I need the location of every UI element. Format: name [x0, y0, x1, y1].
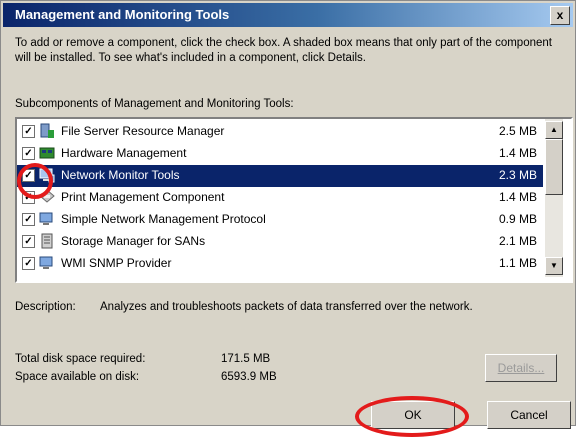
available-disk-space-label: Space available on disk:	[15, 371, 140, 383]
list-item[interactable]: ✓ Print Management Component 1.4 MB	[17, 187, 543, 209]
computer-icon	[39, 255, 55, 271]
scroll-down-button[interactable]: ▼	[545, 257, 563, 275]
component-name: Simple Network Management Protocol	[61, 212, 266, 226]
vertical-scrollbar[interactable]: ▲ ▼	[545, 119, 563, 277]
description-label: Description:	[15, 301, 76, 313]
server-icon	[39, 123, 55, 139]
computer-icon	[39, 211, 55, 227]
component-size: 1.1 MB	[498, 256, 537, 270]
component-size: 1.4 MB	[498, 190, 537, 204]
total-disk-space-label: Total disk space required:	[15, 353, 146, 365]
component-size: 2.1 MB	[498, 234, 537, 248]
component-name: Storage Manager for SANs	[61, 234, 206, 248]
component-name: WMI SNMP Provider	[61, 256, 172, 270]
component-name: File Server Resource Manager	[61, 124, 225, 138]
checkbox[interactable]: ✓	[22, 125, 35, 138]
list-item[interactable]: ✓ Simple Network Management Protocol 0.9…	[17, 209, 543, 231]
component-size: 0.9 MB	[498, 212, 537, 226]
component-size: 1.4 MB	[498, 146, 537, 160]
subcomponents-list[interactable]: ✓ File Server Resource Manager 2.5 MB ✓ …	[15, 117, 573, 283]
list-item[interactable]: ✓ Hardware Management 1.4 MB	[17, 143, 543, 165]
checkbox[interactable]: ✓	[22, 213, 35, 226]
cancel-button[interactable]: Cancel	[487, 401, 571, 429]
checkbox[interactable]: ✓	[22, 235, 35, 248]
highlight-circle-checkbox	[17, 163, 53, 199]
description-text: Analyzes and troubleshoots packets of da…	[100, 301, 473, 313]
list-item[interactable]: ✓ Storage Manager for SANs 2.1 MB	[17, 231, 543, 253]
window-title: Management and Monitoring Tools	[15, 7, 230, 22]
component-name: Network Monitor Tools	[61, 168, 180, 182]
details-button[interactable]: Details...	[485, 354, 557, 382]
instructions-text: To add or remove a component, click the …	[15, 37, 552, 64]
list-item-selected[interactable]: ✓ Network Monitor Tools 2.3 MB	[17, 165, 543, 187]
subcomponents-label: Subcomponents of Management and Monitori…	[15, 98, 294, 110]
component-size: 2.3 MB	[498, 168, 537, 182]
checkbox[interactable]: ✓	[22, 257, 35, 270]
list-item[interactable]: ✓ WMI SNMP Provider 1.1 MB	[17, 253, 543, 275]
highlight-circle-ok	[355, 396, 469, 437]
title-bar: Management and Monitoring Tools x	[3, 3, 573, 27]
component-size: 2.5 MB	[498, 124, 537, 138]
available-disk-space-value: 6593.9 MB	[221, 371, 277, 383]
storage-icon	[39, 233, 55, 249]
checkbox[interactable]: ✓	[22, 147, 35, 160]
scroll-up-button[interactable]: ▲	[545, 121, 563, 139]
component-name: Hardware Management	[61, 146, 187, 160]
scrollbar-thumb[interactable]	[545, 139, 563, 195]
close-button[interactable]: x	[550, 6, 570, 25]
management-tools-dialog: Management and Monitoring Tools x To add…	[0, 0, 576, 429]
hardware-icon	[39, 145, 55, 161]
component-name: Print Management Component	[61, 190, 225, 204]
list-item[interactable]: ✓ File Server Resource Manager 2.5 MB	[17, 121, 543, 143]
total-disk-space-value: 171.5 MB	[221, 353, 271, 365]
